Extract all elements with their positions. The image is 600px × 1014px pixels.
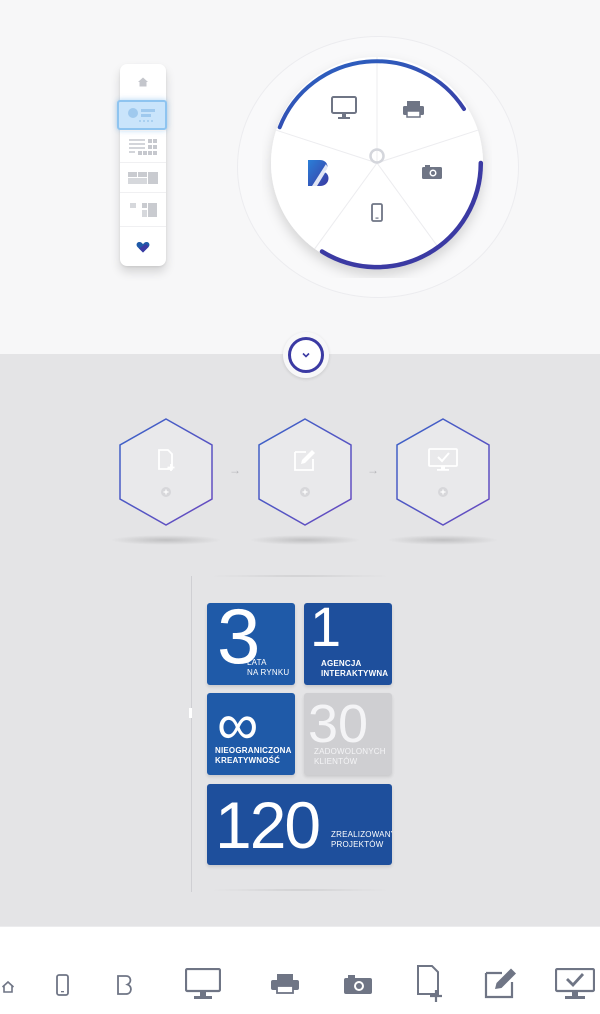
camera-icon — [344, 975, 372, 994]
brand-logo — [308, 160, 329, 186]
monitor-check-icon — [555, 968, 595, 999]
hex-shadow-2 — [249, 535, 361, 545]
panel-media-layout-button[interactable] — [120, 100, 166, 130]
bar-printer-button[interactable] — [270, 974, 300, 994]
stat-agency-number: 1 — [310, 603, 342, 658]
home-icon — [1, 980, 15, 993]
stat-agency-line2: INTERAKTYWNA — [321, 669, 389, 678]
printer-icon — [271, 974, 299, 994]
bar-monitor-check-button[interactable] — [554, 966, 596, 1000]
panel-grid-layout-button[interactable] — [120, 130, 166, 163]
panel-tiles-layout-button[interactable] — [120, 162, 166, 193]
mobile-icon — [55, 974, 69, 996]
new-document-icon — [417, 965, 442, 1002]
hex-shadow-3 — [387, 535, 499, 545]
home-icon — [138, 77, 148, 87]
stat-creativity-line2: KREATYWNOŚĆ — [215, 756, 281, 765]
stats-top-rule — [205, 575, 395, 577]
stat-agency-line1: AGENCJA — [321, 659, 362, 668]
monitor-icon — [185, 968, 221, 999]
stat-tile-clients: 30 ZADOWOLONYCH KLIENTÓW — [304, 693, 392, 775]
panel-favorite-button[interactable] — [120, 226, 166, 267]
plus-icon — [161, 487, 171, 497]
media-layout-icon — [128, 108, 155, 122]
step-hexagon-2[interactable] — [256, 417, 354, 527]
stat-years-line1: LATA — [247, 658, 267, 667]
layout-remote-panel — [117, 64, 167, 267]
stat-tile-agency: 1 AGENCJA INTERAKTYWNA — [304, 603, 392, 685]
mixed-layout-icon — [130, 203, 157, 217]
step-arrow-2: → — [367, 463, 379, 477]
tiles-layout-icon — [128, 172, 158, 184]
bar-edit-button[interactable] — [483, 965, 519, 999]
scroll-toggle[interactable] — [283, 332, 329, 378]
bar-camera-button[interactable] — [343, 974, 373, 994]
stat-clients-number: 30 — [308, 694, 369, 754]
stats-vertical-rule — [191, 576, 192, 892]
scroll-toggle-button[interactable] — [288, 337, 324, 373]
step-hexagon-3[interactable] — [394, 417, 492, 527]
hex-shadow-1 — [110, 535, 222, 545]
stat-clients-line1: ZADOWOLONYCH — [314, 747, 386, 756]
stat-projects-line2: PROJEKTÓW — [331, 840, 384, 849]
stat-tile-years: 3 LATA NA RYNKU — [207, 603, 295, 685]
wheel-segment-camera[interactable] — [422, 165, 442, 179]
bar-home-button[interactable] — [0, 974, 16, 994]
brand-b-icon — [117, 975, 132, 995]
bar-new-document-button[interactable] — [415, 964, 447, 1004]
step-arrow-1: → — [229, 463, 241, 477]
panel-home-button[interactable] — [120, 64, 166, 100]
edit-icon — [484, 968, 516, 999]
plus-icon — [438, 487, 448, 497]
camera-icon — [422, 165, 442, 179]
bottom-icon-bar — [0, 956, 600, 1006]
device-wheel — [271, 57, 484, 270]
grid-layout-icon — [129, 139, 157, 155]
stat-projects-line1: ZREALIZOWANYCH — [331, 830, 392, 839]
stat-creativity-line1: NIEOGRANICZONA — [215, 746, 292, 755]
heart-icon — [136, 242, 150, 253]
stat-projects-number: 120 — [215, 788, 321, 862]
stats-bottom-rule — [205, 889, 395, 891]
chevron-down-icon — [302, 352, 310, 358]
plus-icon — [300, 487, 310, 497]
step-hexagon-1[interactable] — [117, 417, 215, 527]
stat-clients-line2: KLIENTÓW — [314, 757, 358, 766]
stat-years-line2: NA RYNKU — [247, 668, 290, 677]
bar-monitor-button[interactable] — [184, 966, 222, 1000]
panel-mixed-layout-button[interactable] — [120, 192, 166, 227]
stat-tile-creativity: ∞ NIEOGRANICZONA KREATYWNOŚĆ — [207, 693, 295, 775]
bar-mobile-button[interactable] — [52, 970, 72, 996]
stats-rule-notch — [189, 708, 192, 718]
bar-brand-button[interactable] — [114, 970, 136, 996]
stat-tile-projects: 120 ZREALIZOWANYCH PROJEKTÓW — [207, 784, 392, 865]
wheel-segment-brand[interactable] — [308, 160, 329, 186]
